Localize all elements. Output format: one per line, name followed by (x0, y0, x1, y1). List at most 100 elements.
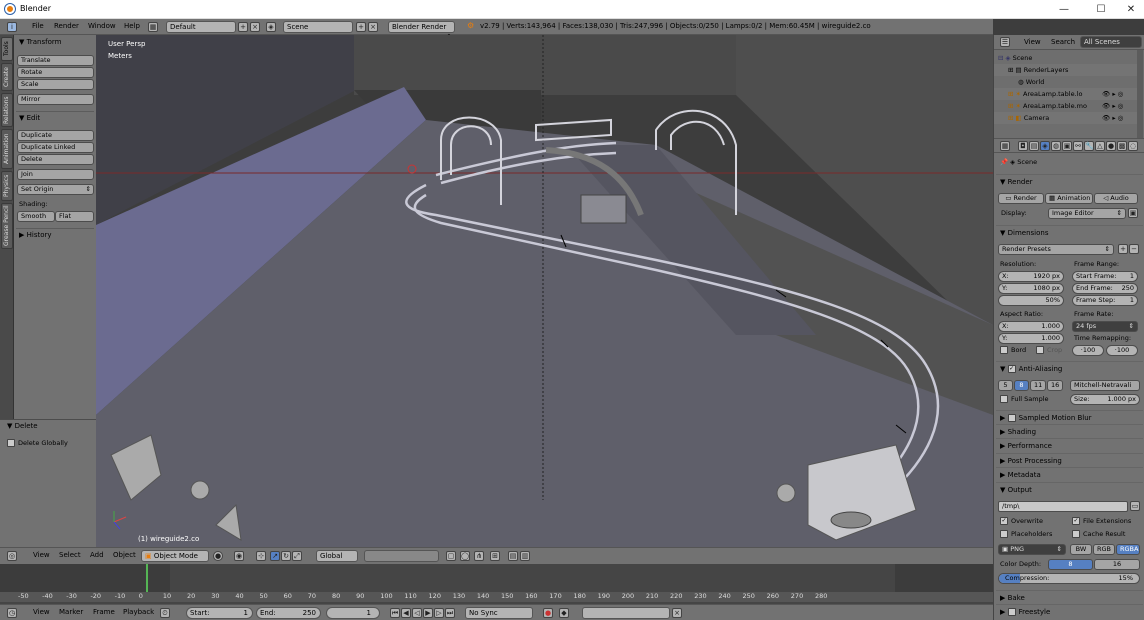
tab-physics[interactable]: Physics (1, 171, 13, 201)
jump-end-icon[interactable]: ⏭ (445, 608, 455, 618)
rotate-button[interactable]: Rotate (17, 67, 94, 78)
next-keyframe-icon[interactable]: ▷ (434, 608, 444, 618)
menu-file[interactable]: File (32, 22, 44, 30)
render-button[interactable]: ▭ Render (998, 193, 1044, 204)
scale-manipulator-icon[interactable]: ⤢ (292, 551, 302, 561)
aa-samples-16-button[interactable]: 16 (1047, 380, 1063, 391)
record-icon[interactable]: ● (543, 608, 553, 618)
color-depth-16-button[interactable]: 16 (1094, 559, 1140, 570)
timeline-editor[interactable]: -50 -40 -30 -20 -10 0 10 20 30 40 50 60 70 80 90 100 110… (0, 564, 993, 604)
border-option[interactable]: Bord (1000, 346, 1026, 354)
metadata-section-header[interactable]: ▶ Metadata (996, 467, 1143, 481)
folder-icon[interactable]: ▭ (1130, 501, 1140, 511)
menu-view[interactable]: View (33, 551, 50, 559)
duplicate-linked-button[interactable]: Duplicate Linked (17, 142, 94, 153)
anti-aliasing-section-header[interactable]: ▼ ✓ Anti-Aliasing (996, 361, 1143, 375)
color-mode-rgba-button[interactable]: RGBA (1116, 544, 1140, 555)
scene-tab-icon[interactable]: ◈ (1040, 141, 1050, 151)
opengl-render-icon[interactable]: ▤ (508, 551, 518, 561)
outliner-row-scene[interactable]: ⊟ ◈ Scene (994, 52, 1137, 64)
color-mode-rgb-button[interactable]: RGB (1093, 544, 1115, 555)
tab-animation[interactable]: Animation (1, 129, 13, 169)
add-scene-icon[interactable]: + (356, 22, 366, 32)
menu-help[interactable]: Help (124, 22, 140, 30)
mode-select[interactable]: ▣ Object Mode (141, 550, 209, 562)
visibility-icons[interactable]: 👁 ▸ ◎ (1102, 100, 1123, 112)
color-mode-bw-button[interactable]: BW (1070, 544, 1092, 555)
constraints-tab-icon[interactable]: ⚯ (1073, 141, 1083, 151)
outliner-row-world[interactable]: ◍ World (994, 76, 1137, 88)
cache-result-option[interactable]: Cache Result (1072, 530, 1125, 538)
opengl-anim-icon[interactable]: ▥ (520, 551, 530, 561)
menu-select[interactable]: Select (59, 551, 81, 559)
editor-type-icon[interactable]: i (7, 22, 17, 32)
render-section-header[interactable]: ▼ Render (996, 174, 1143, 188)
placeholders-option[interactable]: Placeholders (1000, 530, 1052, 538)
outliner-display-mode[interactable]: All Scenes (1080, 36, 1142, 48)
menu-object[interactable]: Object (113, 551, 136, 559)
remove-scene-icon[interactable]: × (368, 22, 378, 32)
resolution-y-field[interactable]: Y: 1080 px (998, 283, 1064, 294)
edit-panel-header[interactable]: ▼ Edit (16, 111, 94, 123)
overwrite-option[interactable]: ✓ Overwrite (1000, 517, 1043, 525)
outliner-row-lamp-mo[interactable]: ⊞ ✶ AreaLamp.table.mo 👁 ▸ ◎ (994, 100, 1137, 112)
file-extensions-checkbox[interactable]: ✓ (1072, 517, 1080, 525)
transform-orientation-select[interactable]: Global (316, 550, 358, 562)
render-tab-icon[interactable]: ◘ (1018, 141, 1028, 151)
pivot-point-icon[interactable]: ◉ (234, 551, 244, 561)
render-layers-tab-icon[interactable]: ▤ (1029, 141, 1039, 151)
translate-button[interactable]: Translate (17, 55, 94, 66)
smooth-button[interactable]: Smooth (17, 211, 55, 222)
mirror-button[interactable]: Mirror (17, 94, 94, 105)
menu-marker[interactable]: Marker (59, 608, 83, 616)
post-processing-section-header[interactable]: ▶ Post Processing (996, 453, 1143, 467)
bake-section-header[interactable]: ▶ Bake (996, 590, 1143, 604)
end-frame-field[interactable]: End Frame: 250 (1072, 283, 1138, 294)
outliner-row-camera[interactable]: ⊞ ◧ Camera 👁 ▸ ◎ (994, 112, 1137, 124)
start-frame-field[interactable]: Start: 1 (186, 607, 253, 619)
object-tab-icon[interactable]: ▣ (1062, 141, 1072, 151)
preview-range-icon[interactable]: ⏲ (160, 608, 170, 618)
tab-relations[interactable]: Relations (1, 93, 13, 127)
outliner-row-lamp-lo[interactable]: ⊞ ✶ AreaLamp.table.lo 👁 ▸ ◎ (994, 88, 1137, 100)
modifiers-tab-icon[interactable]: 🔧 (1084, 141, 1094, 151)
snap-target-icon[interactable]: ⊞ (490, 551, 500, 561)
end-frame-field[interactable]: End: 250 (256, 607, 321, 619)
menu-add[interactable]: Add (90, 551, 104, 559)
resolution-percentage-field[interactable]: 50% (998, 295, 1064, 306)
compression-slider[interactable]: Compression: 15% (998, 573, 1140, 584)
keying-set-icon[interactable]: ◆ (559, 608, 569, 618)
add-screen-icon[interactable]: + (238, 22, 248, 32)
motion-blur-section-header[interactable]: ▶ Sampled Motion Blur (996, 410, 1143, 424)
cache-result-checkbox[interactable] (1072, 530, 1080, 538)
full-sample-option[interactable]: Full Sample (1000, 395, 1049, 403)
anti-aliasing-checkbox[interactable]: ✓ (1007, 365, 1016, 373)
editor-type-icon[interactable]: ▦ (1000, 141, 1010, 151)
screen-layout-field[interactable]: Default (166, 21, 236, 33)
join-button[interactable]: Join (17, 169, 94, 180)
physics-tab-icon[interactable]: ◌ (1128, 141, 1138, 151)
crop-checkbox[interactable] (1036, 346, 1044, 354)
render-presets-select[interactable]: Render Presets ⇕ (998, 244, 1114, 255)
scene-field[interactable]: Scene (283, 21, 353, 33)
translate-manipulator-icon[interactable]: ↗ (270, 551, 280, 561)
delete-button[interactable]: Delete (17, 154, 94, 165)
aa-samples-5-button[interactable]: 5 (998, 380, 1013, 391)
remove-keying-icon[interactable]: × (672, 608, 682, 618)
time-remap-old-field[interactable]: ·100 (1072, 345, 1104, 356)
menu-view[interactable]: View (33, 608, 50, 616)
play-reverse-icon[interactable]: ◁ (412, 608, 422, 618)
performance-section-header[interactable]: ▶ Performance (996, 438, 1143, 452)
display-select[interactable]: Image Editor ⇕ (1048, 208, 1126, 219)
audio-button[interactable]: ◁ Audio (1094, 193, 1138, 204)
pin-icon[interactable]: 📌 (1000, 158, 1008, 166)
menu-frame[interactable]: Frame (93, 608, 115, 616)
shading-section-header[interactable]: ▶ Shading (996, 424, 1143, 438)
output-path-field[interactable]: /tmp\ (998, 501, 1128, 512)
visibility-icons[interactable]: 👁 ▸ ◎ (1102, 112, 1123, 124)
full-sample-checkbox[interactable] (1000, 395, 1008, 403)
frame-rate-select[interactable]: 24 fps ⇕ (1072, 321, 1138, 332)
outliner-search-menu[interactable]: Search (1051, 38, 1075, 46)
time-remap-new-field[interactable]: ·100 (1106, 345, 1138, 356)
remove-preset-icon[interactable]: − (1129, 244, 1139, 254)
